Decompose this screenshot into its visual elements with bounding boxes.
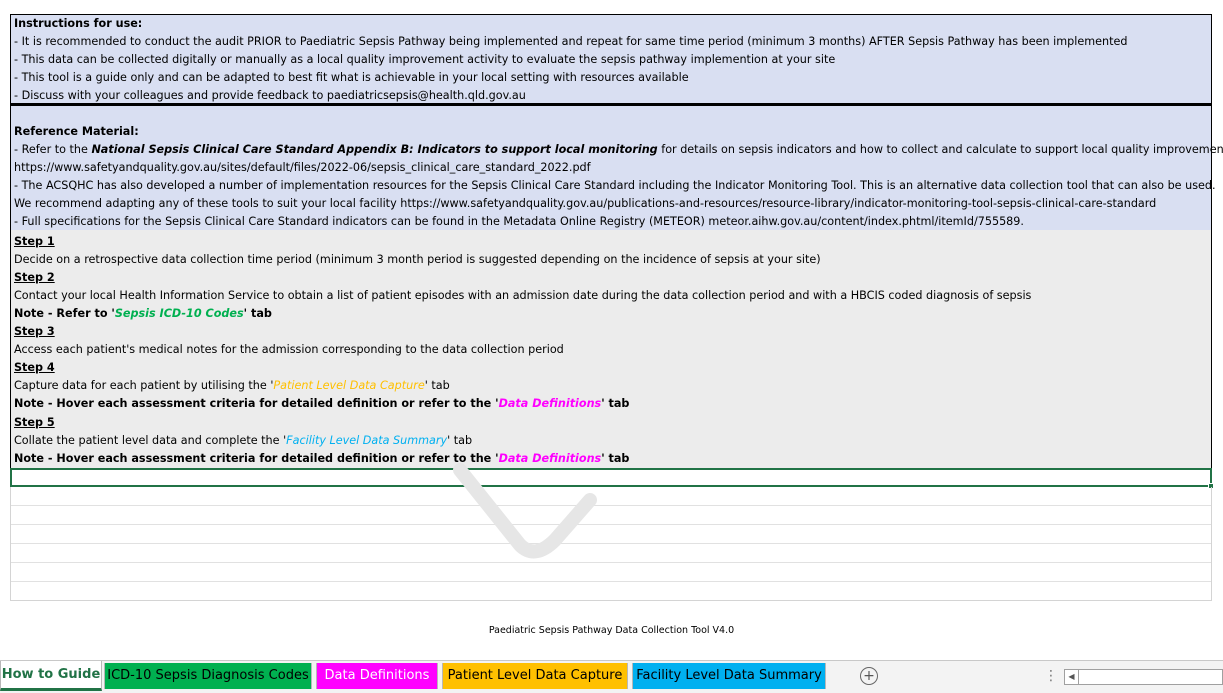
step-4-text-suffix: ' tab <box>424 379 450 392</box>
grid-row[interactable] <box>11 544 1211 563</box>
steps-block[interactable]: Step 1 Decide on a retrospective data co… <box>10 230 1212 468</box>
instructions-line: - This tool is a guide only and can be a… <box>14 71 689 84</box>
triangle-left-icon[interactable]: ◀ <box>1065 670 1079 684</box>
step-2-note-prefix: Note - Refer to ' <box>14 307 115 320</box>
reference-line-4[interactable]: We recommend adapting any of these tools… <box>14 195 1156 213</box>
reference-line-1-prefix: - Refer to the <box>14 143 92 156</box>
step-5-text-prefix: Collate the patient level data and compl… <box>14 434 287 447</box>
page-footer-text: Paediatric Sepsis Pathway Data Collectio… <box>488 625 735 636</box>
grid-row[interactable] <box>11 487 1211 506</box>
step-4-text-tab-ref: Patient Level Data Capture <box>273 379 425 392</box>
step-2-title: Step 2 <box>14 271 55 284</box>
sheet-tab-bar: How to Guide ICD-10 Sepsis Diagnosis Cod… <box>0 660 1223 693</box>
step-5-note: Note - Hover each assessment criteria fo… <box>14 450 629 468</box>
step-2-note: Note - Refer to 'Sepsis ICD-10 Codes' ta… <box>14 305 272 323</box>
horizontal-scrollbar[interactable]: ◀ <box>1064 669 1223 685</box>
tab-facility-level-data-summary[interactable]: Facility Level Data Summary <box>632 663 826 689</box>
step-5-note-tab-ref: Data Definitions <box>498 452 602 465</box>
vertical-ellipsis-icon[interactable]: ⋮ <box>1044 667 1058 685</box>
step-5-title: Step 5 <box>14 416 55 429</box>
reference-heading: Reference Material: <box>14 125 139 138</box>
step-4-title: Step 4 <box>14 361 55 374</box>
step-4-note-tab-ref: Data Definitions <box>498 397 602 410</box>
step-5-text-suffix: ' tab <box>447 434 473 447</box>
instructions-line: - This data can be collected digitally o… <box>14 53 836 66</box>
step-3-text: Access each patient's medical notes for … <box>14 343 564 356</box>
step-5-note-suffix: ' tab <box>601 452 630 465</box>
grid-row <box>11 582 1211 601</box>
step-2-text: Contact your local Health Information Se… <box>14 289 1032 302</box>
step-4-note-suffix: ' tab <box>601 397 630 410</box>
tab-icd10-sepsis-diagnosis-codes[interactable]: ICD-10 Sepsis Diagnosis Codes <box>104 663 312 689</box>
step-4-text: Capture data for each patient by utilisi… <box>14 377 450 395</box>
step-4-note: Note - Hover each assessment criteria fo… <box>14 395 629 413</box>
grid-row[interactable] <box>11 506 1211 525</box>
tab-patient-level-data-capture[interactable]: Patient Level Data Capture <box>442 663 628 689</box>
step-3-title: Step 3 <box>14 325 55 338</box>
reference-block[interactable]: Reference Material: - Refer to the Natio… <box>10 104 1223 230</box>
selected-cell[interactable] <box>10 468 1214 489</box>
step-5-note-prefix: Note - Hover each assessment criteria fo… <box>14 452 499 465</box>
instructions-line: - It is recommended to conduct the audit… <box>14 35 1128 48</box>
step-5-text: Collate the patient level data and compl… <box>14 432 472 450</box>
empty-grid[interactable] <box>10 487 1212 601</box>
reference-standard-title: National Sepsis Clinical Care Standard A… <box>91 143 658 156</box>
worksheet: Instructions for use: - It is recommende… <box>0 0 1223 660</box>
step-2-note-suffix: ' tab <box>243 307 272 320</box>
grid-row[interactable] <box>11 525 1211 544</box>
grid-row[interactable] <box>11 563 1211 582</box>
reference-line-3: - The ACSQHC has also developed a number… <box>14 179 1216 192</box>
reference-line-1: - Refer to the National Sepsis Clinical … <box>14 141 1223 159</box>
step-4-note-prefix: Note - Hover each assessment criteria fo… <box>14 397 499 410</box>
reference-url-standard[interactable]: https://www.safetyandquality.gov.au/site… <box>14 159 591 177</box>
reference-line-1-suffix: for details on sepsis indicators and how… <box>657 143 1223 156</box>
step-4-text-prefix: Capture data for each patient by utilisi… <box>14 379 274 392</box>
instructions-heading: Instructions for use: <box>14 17 143 30</box>
step-1-title: Step 1 <box>14 235 55 248</box>
tab-how-to-guide[interactable]: How to Guide <box>0 661 102 691</box>
plus-circle-icon[interactable]: + <box>860 667 878 685</box>
instructions-block[interactable]: Instructions for use: - It is recommende… <box>10 14 1212 104</box>
step-1-text: Decide on a retrospective data collectio… <box>14 253 821 266</box>
step-2-note-tab-ref: Sepsis ICD-10 Codes <box>114 307 244 320</box>
reference-line-5: - Full specifications for the Sepsis Cli… <box>14 215 1024 228</box>
instructions-line: - Discuss with your colleagues and provi… <box>14 89 526 102</box>
tab-data-definitions[interactable]: Data Definitions <box>316 663 438 689</box>
step-5-text-tab-ref: Facility Level Data Summary <box>286 434 448 447</box>
